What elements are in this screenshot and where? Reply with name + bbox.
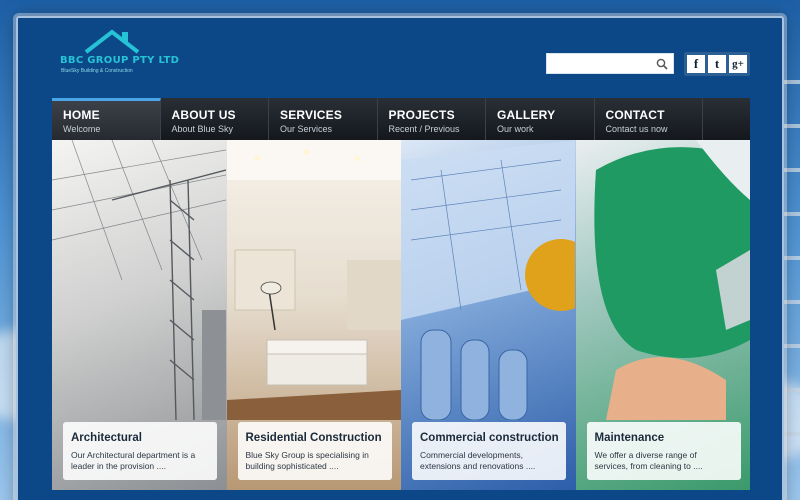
panel-residential-construction[interactable]: Residential Construction Blue Sky Group … — [226, 140, 401, 490]
nav-sublabel: Recent / Previous — [388, 124, 460, 134]
nav-item-about-us[interactable]: ABOUT US About Blue Sky — [161, 98, 269, 140]
panel-title: Residential Construction — [245, 432, 382, 444]
nav-item-gallery[interactable]: GALLERY Our work — [486, 98, 595, 140]
panel-caption: Architectural Our Architectural departme… — [63, 422, 217, 480]
panel-maintenance[interactable]: Maintenance We offer a diverse range of … — [575, 140, 750, 490]
facebook-icon[interactable]: f — [687, 55, 705, 73]
logo-tagline: BlueSky Building & Construction — [61, 68, 133, 74]
nav-label: ABOUT US — [171, 108, 236, 122]
search-input[interactable] — [547, 54, 651, 74]
nav-item-contact[interactable]: CONTACT Contact us now — [595, 98, 703, 140]
nav-label: HOME — [63, 108, 100, 122]
nav-item-home[interactable]: HOME Welcome — [52, 98, 161, 140]
nav-label: PROJECTS — [388, 108, 455, 122]
service-panels: Architectural Our Architectural departme… — [52, 140, 750, 490]
google-plus-icon[interactable]: g+ — [729, 55, 747, 73]
page-frame: BBC GROUP PTY LTD BlueSky Building & Con… — [16, 16, 784, 500]
main-nav: HOME Welcome ABOUT US About Blue Sky SER… — [52, 98, 750, 140]
living-room-image — [226, 140, 401, 420]
panel-title: Maintenance — [594, 432, 665, 444]
blueprint-rolls-image — [401, 140, 575, 420]
nav-sublabel: About Blue Sky — [171, 124, 234, 134]
nav-sublabel: Contact us now — [605, 124, 668, 134]
twitter-icon[interactable]: t — [708, 55, 726, 73]
panel-text: Blue Sky Group is specialising in buildi… — [245, 450, 369, 471]
worker-image — [593, 140, 750, 420]
nav-sublabel: Our work — [497, 124, 534, 134]
nav-item-projects[interactable]: PROJECTS Recent / Previous — [378, 98, 486, 140]
panel-text: We offer a diverse range of services, fr… — [594, 450, 703, 471]
house-roof-icon — [84, 29, 140, 54]
panel-title: Architectural — [71, 432, 142, 444]
search-icon[interactable] — [656, 58, 668, 70]
nav-sublabel: Welcome — [63, 124, 101, 134]
social-links: f t g+ — [684, 52, 750, 76]
panel-commercial-construction[interactable]: Commercial construction Commercial devel… — [401, 140, 576, 490]
search-box — [546, 53, 674, 74]
nav-label: GALLERY — [497, 108, 556, 122]
panel-caption: Commercial construction Commercial devel… — [412, 422, 566, 480]
nav-sublabel: Our Services — [280, 124, 333, 134]
site-logo[interactable]: BBC GROUP PTY LTD BlueSky Building & Con… — [60, 28, 179, 90]
panel-architectural[interactable]: Architectural Our Architectural departme… — [52, 140, 227, 490]
nav-label: SERVICES — [280, 108, 343, 122]
logo-name: BBC GROUP PTY LTD — [60, 55, 180, 66]
panel-caption: Maintenance We offer a diverse range of … — [586, 422, 741, 480]
blueprint-crane-image — [52, 140, 226, 420]
panel-text: Our Architectural department is a leader… — [71, 450, 196, 471]
panel-title: Commercial construction — [420, 432, 559, 444]
panel-caption: Residential Construction Blue Sky Group … — [237, 422, 392, 480]
nav-label: CONTACT — [605, 108, 665, 122]
panel-text: Commercial developments, extensions and … — [420, 450, 536, 471]
nav-item-services[interactable]: SERVICES Our Services — [269, 98, 378, 140]
